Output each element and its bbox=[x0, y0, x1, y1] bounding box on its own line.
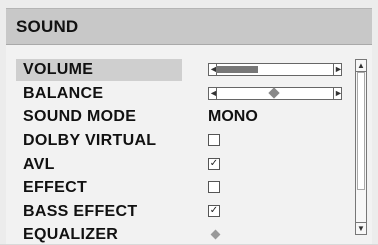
submenu-diamond-icon bbox=[210, 229, 221, 240]
volume-level-fill bbox=[216, 66, 258, 73]
menu-item-avl[interactable]: AVL ✓ bbox=[18, 155, 363, 175]
effect-checkbox[interactable] bbox=[208, 181, 220, 193]
scrollbar-thumb[interactable] bbox=[357, 72, 365, 190]
balance-label: BALANCE bbox=[23, 85, 104, 102]
sound-menu-window: SOUND VOLUME ◄ ► BALANCE ◄ ► SOUND MODE … bbox=[0, 0, 378, 244]
effect-label: EFFECT bbox=[23, 179, 88, 196]
title-bar: SOUND bbox=[6, 8, 372, 45]
menu-item-bass-effect[interactable]: BASS EFFECT ✓ bbox=[18, 202, 363, 222]
menu-item-equalizer[interactable]: EQUALIZER bbox=[18, 225, 363, 245]
scroll-down-icon[interactable]: ▼ bbox=[356, 222, 366, 234]
bass-effect-label: BASS EFFECT bbox=[23, 203, 138, 220]
menu-item-volume[interactable]: VOLUME ◄ ► bbox=[16, 59, 363, 81]
menu-item-sound-mode[interactable]: SOUND MODE MONO bbox=[18, 107, 363, 127]
dolby-virtual-label: DOLBY VIRTUAL bbox=[23, 132, 157, 149]
menu-item-effect[interactable]: EFFECT bbox=[18, 178, 363, 198]
equalizer-label: EQUALIZER bbox=[23, 226, 119, 243]
right-arrow-icon[interactable]: ► bbox=[333, 64, 343, 75]
menu-item-dolby-virtual[interactable]: DOLBY VIRTUAL bbox=[18, 131, 363, 151]
dolby-virtual-checkbox[interactable] bbox=[208, 134, 220, 146]
scroll-up-icon[interactable]: ▲ bbox=[356, 60, 366, 72]
sound-mode-value-text: MONO bbox=[208, 108, 258, 125]
volume-label: VOLUME bbox=[23, 61, 94, 78]
balance-knob-icon[interactable] bbox=[268, 87, 280, 99]
scrollbar[interactable]: ▲ ▼ bbox=[355, 59, 367, 235]
avl-label: AVL bbox=[23, 156, 55, 173]
menu-item-balance[interactable]: BALANCE ◄ ► bbox=[18, 84, 363, 104]
page-title: SOUND bbox=[16, 17, 79, 36]
right-arrow-icon[interactable]: ► bbox=[333, 88, 343, 99]
sound-mode-label: SOUND MODE bbox=[23, 108, 137, 125]
left-arrow-icon[interactable]: ◄ bbox=[209, 88, 218, 99]
avl-checkbox[interactable]: ✓ bbox=[208, 158, 220, 170]
bass-effect-checkbox[interactable]: ✓ bbox=[208, 205, 220, 217]
